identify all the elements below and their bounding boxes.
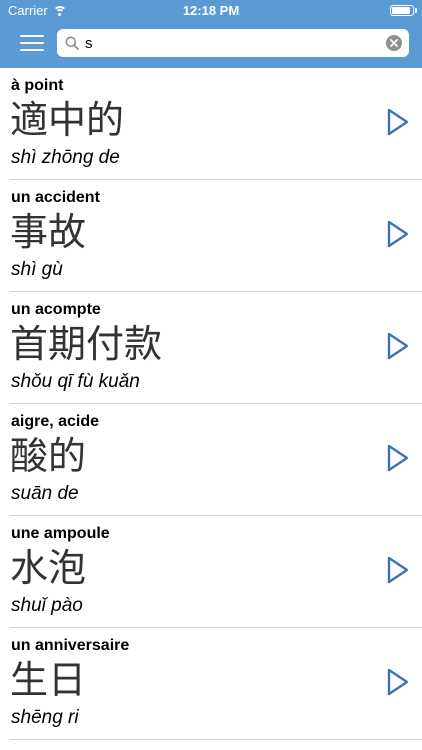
status-bar: Carrier 12:18 PM xyxy=(0,0,422,22)
chinese-translation: 首期付款 xyxy=(10,322,163,366)
battery-tip xyxy=(415,8,417,13)
pinyin-transcription: shēng ri xyxy=(11,707,79,728)
chinese-translation: 水泡 xyxy=(10,546,87,590)
french-term: un acompte xyxy=(11,301,101,318)
french-term: un anniversaire xyxy=(11,637,130,654)
chinese-translation: 事故 xyxy=(10,210,87,254)
list-item[interactable]: une ampoule 水泡 shuǐ pào xyxy=(0,516,422,628)
results-list: à point 適中的 shì zhōng de un accident 事故 … xyxy=(0,68,422,740)
pinyin-transcription: shǒu qī fù kuǎn xyxy=(11,371,140,392)
clear-icon[interactable] xyxy=(386,35,402,51)
chinese-translation: 生日 xyxy=(10,658,87,702)
pinyin-transcription: shì gù xyxy=(11,259,63,280)
search-icon xyxy=(65,35,79,50)
french-term: un accident xyxy=(11,189,100,206)
chinese-translation: 酸的 xyxy=(10,434,87,478)
play-audio-icon[interactable] xyxy=(386,667,410,697)
play-audio-icon[interactable] xyxy=(386,219,410,249)
chinese-translation: 適中的 xyxy=(10,98,125,142)
status-time: 12:18 PM xyxy=(182,3,240,18)
list-item[interactable]: un accident 事故 shì gù xyxy=(0,180,422,292)
play-audio-icon[interactable] xyxy=(386,331,410,361)
hamburger-menu-icon[interactable] xyxy=(20,34,44,52)
search-box[interactable] xyxy=(57,29,409,57)
play-audio-icon[interactable] xyxy=(386,443,410,473)
pinyin-transcription: suān de xyxy=(11,483,79,504)
french-term: aigre, acide xyxy=(11,413,100,430)
pinyin-transcription: shuǐ pào xyxy=(11,595,83,616)
list-item[interactable]: à point 適中的 shì zhōng de xyxy=(0,68,422,180)
navigation-bar: Carrier 12:18 PM xyxy=(0,0,422,68)
play-audio-icon[interactable] xyxy=(386,555,410,585)
list-item[interactable]: un anniversaire 生日 shēng ri xyxy=(0,628,422,740)
list-item[interactable]: un acompte 首期付款 shǒu qī fù kuǎn xyxy=(0,292,422,404)
battery-level xyxy=(392,7,410,14)
battery-icon xyxy=(390,5,414,16)
search-input[interactable] xyxy=(85,32,385,54)
pinyin-transcription: shì zhōng de xyxy=(11,147,120,168)
list-item[interactable]: aigre, acide 酸的 suān de xyxy=(0,404,422,516)
play-audio-icon[interactable] xyxy=(386,107,410,137)
french-term: à point xyxy=(11,77,64,94)
french-term: une ampoule xyxy=(11,525,110,542)
